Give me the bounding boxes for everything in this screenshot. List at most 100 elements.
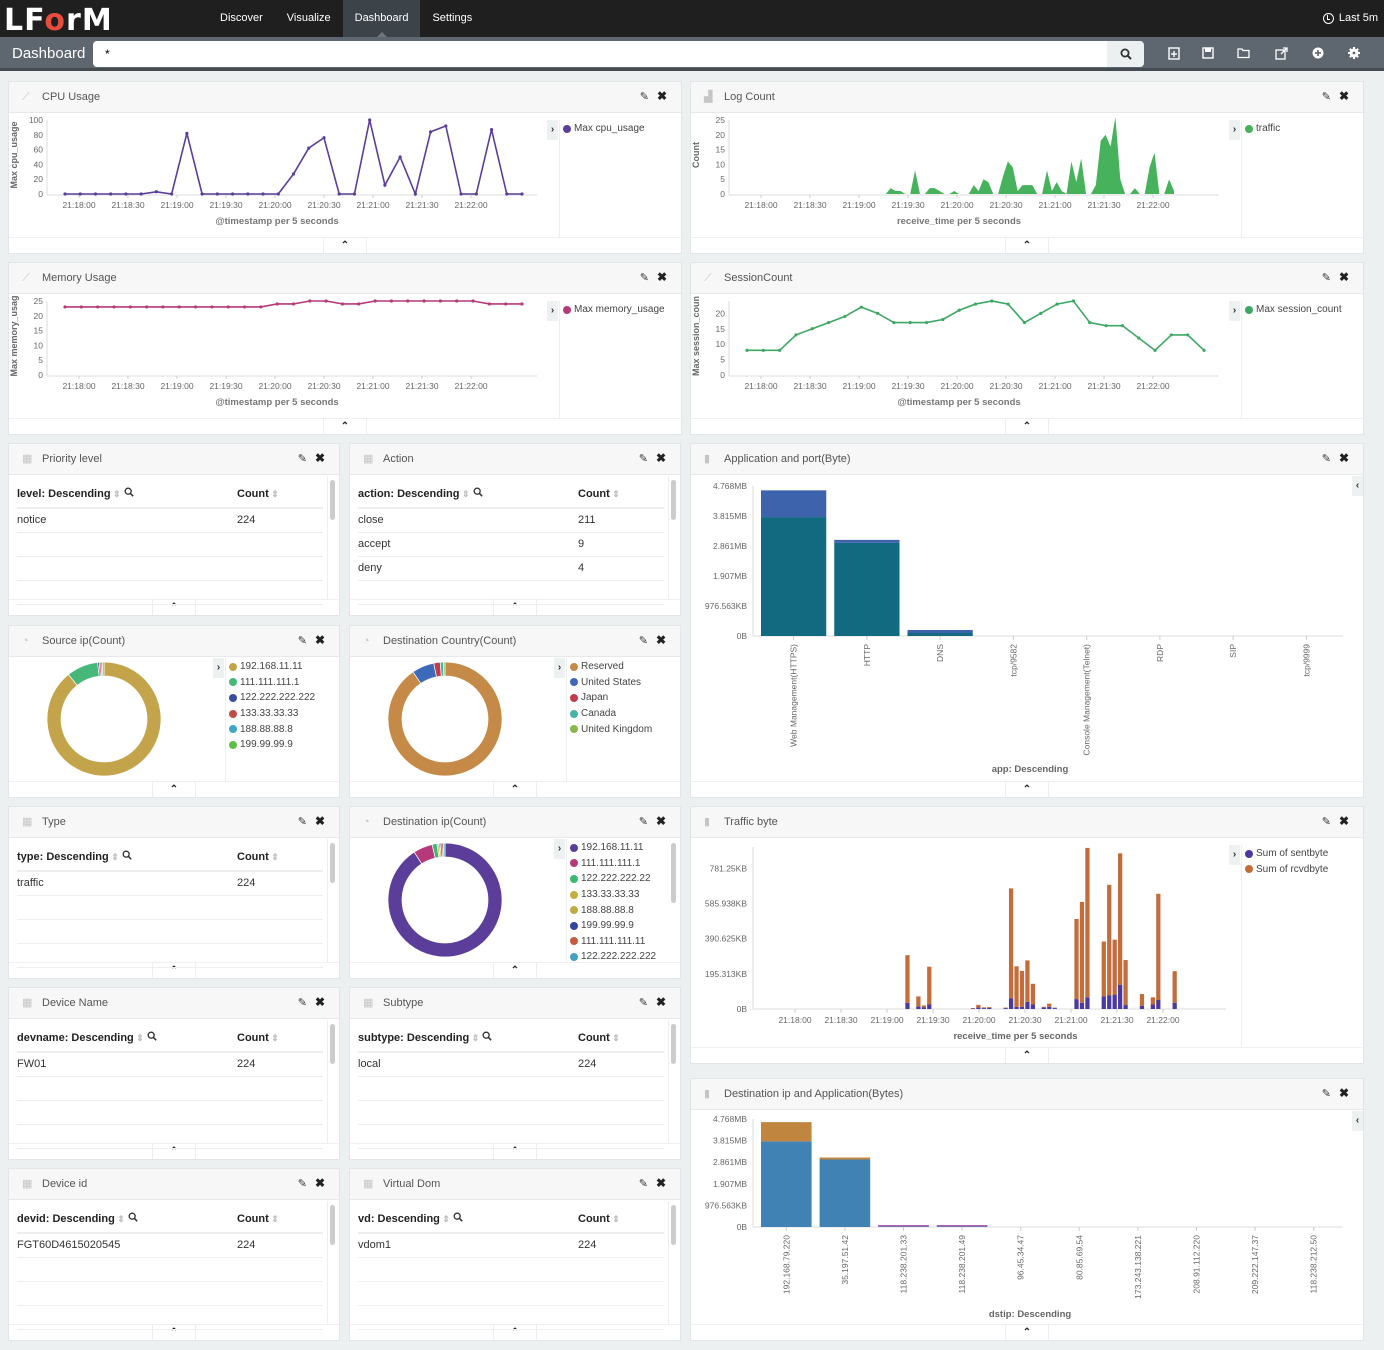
- edit-icon[interactable]: ✎: [1322, 90, 1331, 103]
- edit-icon[interactable]: ✎: [640, 271, 649, 284]
- data-point[interactable]: [859, 305, 863, 309]
- edit-icon[interactable]: ✎: [298, 634, 307, 647]
- bar-segment[interactable]: [819, 1157, 871, 1160]
- edit-icon[interactable]: ✎: [640, 90, 649, 103]
- data-point[interactable]: [489, 128, 494, 132]
- filter-search-icon[interactable]: [125, 1212, 138, 1225]
- term-cell[interactable]: [358, 580, 578, 605]
- edit-icon[interactable]: ✎: [1322, 1087, 1331, 1100]
- sort-icon[interactable]: ⇕: [109, 852, 119, 862]
- legend-toggle[interactable]: ›: [554, 839, 565, 859]
- term-cell[interactable]: [358, 1076, 578, 1101]
- filter-search-icon[interactable]: [119, 850, 132, 863]
- open-icon[interactable]: [1237, 47, 1251, 61]
- term-cell[interactable]: [17, 1124, 237, 1149]
- legend-item[interactable]: 111.111.111.1: [229, 675, 315, 691]
- legend-item[interactable]: 122.222.222.222: [229, 690, 315, 706]
- legend-item[interactable]: 133.33.33.33: [570, 887, 656, 903]
- data-point[interactable]: [487, 302, 491, 306]
- nav-settings[interactable]: Settings: [420, 0, 484, 37]
- column-header-count[interactable]: Count ⇕: [578, 1205, 664, 1234]
- close-icon[interactable]: ✖: [1339, 1086, 1349, 1100]
- scrollbar[interactable]: [330, 1205, 335, 1245]
- edit-icon[interactable]: ✎: [298, 1177, 307, 1190]
- nav-dashboard[interactable]: Dashboard: [342, 0, 421, 37]
- column-header-term[interactable]: level: Descending ⇕: [17, 480, 237, 509]
- term-cell[interactable]: FGT60D4615020545: [17, 1233, 237, 1258]
- legend-item[interactable]: Sum of sentbyte: [1245, 846, 1328, 862]
- legend-item[interactable]: 111.111.111.11: [570, 934, 656, 950]
- pie-slice[interactable]: [387, 842, 503, 958]
- bar-segment[interactable]: [1019, 970, 1025, 1007]
- bar-segment[interactable]: [970, 1008, 976, 1009]
- data-point[interactable]: [124, 192, 128, 196]
- term-cell[interactable]: traffic: [17, 871, 237, 896]
- bar-segment[interactable]: [1008, 888, 1014, 999]
- share-icon[interactable]: [1274, 47, 1288, 61]
- close-icon[interactable]: ✖: [1339, 270, 1349, 284]
- edit-icon[interactable]: ✎: [1322, 271, 1331, 284]
- legend-item[interactable]: 199.99.99.9: [229, 737, 315, 753]
- sort-icon[interactable]: ⇕: [459, 489, 470, 499]
- data-point[interactable]: [794, 333, 798, 337]
- scrollbar[interactable]: [671, 843, 676, 903]
- close-icon[interactable]: ✖: [315, 1176, 325, 1190]
- edit-icon[interactable]: ✎: [639, 815, 648, 828]
- bar-segment[interactable]: [1139, 994, 1145, 1006]
- legend-item[interactable]: Canada: [570, 706, 652, 722]
- term-cell[interactable]: [358, 1257, 578, 1282]
- legend-item[interactable]: 111.111.111.1: [570, 856, 656, 872]
- data-point[interactable]: [193, 305, 198, 309]
- edit-icon[interactable]: ✎: [298, 996, 307, 1009]
- bar-segment[interactable]: [1025, 1001, 1030, 1009]
- bar-segment[interactable]: [1025, 960, 1030, 1002]
- sort-icon[interactable]: ⇕: [115, 1214, 125, 1224]
- edit-icon[interactable]: ✎: [639, 452, 648, 465]
- column-header-count[interactable]: Count ⇕: [237, 1205, 323, 1234]
- bar-segment[interactable]: [819, 1159, 871, 1228]
- legend-toggle[interactable]: ›: [554, 658, 565, 678]
- sort-icon[interactable]: ⇕: [111, 489, 121, 499]
- data-point[interactable]: [276, 192, 280, 196]
- data-point[interactable]: [422, 299, 426, 303]
- pie-slice[interactable]: [102, 661, 105, 677]
- term-cell[interactable]: notice: [17, 508, 237, 533]
- data-point[interactable]: [63, 305, 67, 309]
- data-point[interactable]: [215, 192, 219, 196]
- legend-toggle[interactable]: ‹: [1352, 476, 1363, 496]
- data-point[interactable]: [383, 183, 387, 187]
- data-point[interactable]: [226, 305, 230, 309]
- app-logo[interactable]: LForM: [4, 3, 113, 38]
- data-point[interactable]: [307, 146, 311, 150]
- data-point[interactable]: [1186, 333, 1190, 337]
- search-input[interactable]: [93, 41, 1107, 67]
- legend-item[interactable]: traffic: [1245, 121, 1280, 137]
- bar-segment[interactable]: [1101, 941, 1106, 997]
- data-point[interactable]: [1153, 348, 1157, 352]
- bar-segment[interactable]: [981, 1007, 986, 1009]
- line-series[interactable]: [65, 119, 522, 197]
- legend-item[interactable]: Max memory_usage: [563, 302, 665, 318]
- data-point[interactable]: [778, 348, 782, 352]
- bar-segment[interactable]: [1014, 966, 1019, 1007]
- data-point[interactable]: [185, 131, 189, 135]
- column-header-count[interactable]: Count ⇕: [237, 843, 323, 872]
- close-icon[interactable]: ✖: [656, 995, 666, 1009]
- bar-segment[interactable]: [1118, 984, 1123, 1009]
- column-header-term[interactable]: devname: Descending ⇕: [17, 1024, 237, 1053]
- bar-segment[interactable]: [1052, 1008, 1057, 1009]
- data-point[interactable]: [1071, 299, 1076, 303]
- bar-segment[interactable]: [981, 1008, 986, 1009]
- sort-icon[interactable]: ⇕: [610, 489, 620, 499]
- data-point[interactable]: [1137, 336, 1141, 340]
- close-icon[interactable]: ✖: [1339, 451, 1349, 465]
- bar-segment[interactable]: [878, 1225, 929, 1227]
- data-point[interactable]: [324, 299, 328, 303]
- term-cell[interactable]: [17, 919, 237, 944]
- term-cell[interactable]: [17, 943, 237, 968]
- data-point[interactable]: [337, 192, 341, 196]
- column-header-count[interactable]: Count ⇕: [237, 480, 323, 509]
- bar-segment[interactable]: [905, 955, 910, 1003]
- data-point[interactable]: [455, 299, 459, 303]
- data-point[interactable]: [444, 124, 448, 128]
